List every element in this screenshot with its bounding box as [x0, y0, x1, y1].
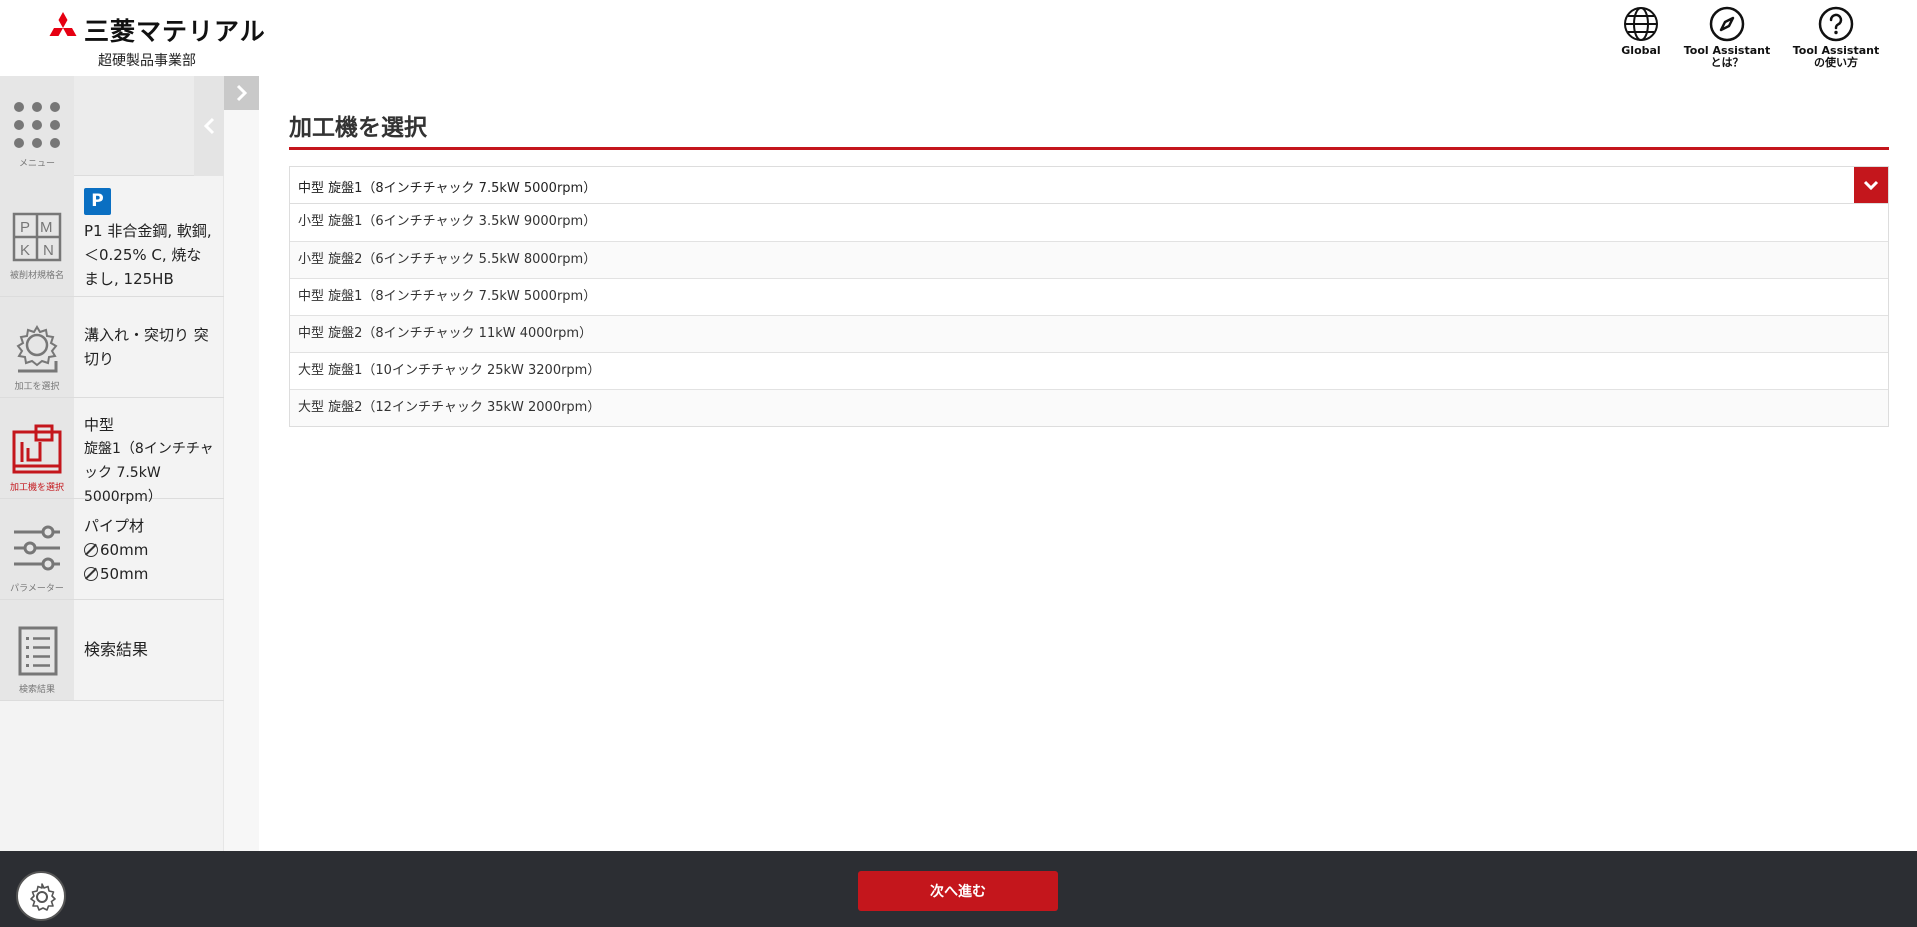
svg-text:K: K: [20, 242, 30, 259]
chevron-left-icon: [203, 117, 215, 135]
parameters-summary: パイプ材 60mm 50mm: [84, 514, 214, 586]
brand-name: 三菱マテリアル: [84, 17, 266, 46]
material-caption: 被削材規格名: [9, 271, 64, 281]
how-to-use-label: Tool Assistant の使い方: [1792, 44, 1880, 69]
header: 三菱マテリアル 超硬製品事業部 Global Tool Assistant とは…: [0, 0, 1917, 76]
sidebar-item-operation[interactable]: 加工を選択 溝入れ・突切り 突切り: [0, 297, 224, 398]
three-diamonds-icon: [49, 12, 77, 36]
diameter-icon: [84, 567, 98, 581]
svg-text:M: M: [40, 219, 53, 236]
global-button[interactable]: Global: [1591, 6, 1691, 72]
outer-diameter: 60mm: [100, 541, 149, 559]
menu-button[interactable]: メニュー: [0, 76, 74, 176]
operation-caption: 加工を選択: [14, 382, 60, 392]
machine-icon-box: 加工機を選択: [0, 398, 74, 498]
sidebar-gutter: [224, 110, 259, 851]
help-icon: [1818, 6, 1854, 42]
operation-icon-box: 加工を選択: [0, 297, 74, 397]
footer-bar: 次へ進む: [0, 851, 1917, 927]
sidebar-item-parameters[interactable]: パラメーター パイプ材 60mm 50mm: [0, 499, 224, 600]
material-description: P1 非合金鋼, 軟鋼, ＜0.25% C, 焼なまし, 125HB: [84, 222, 212, 288]
settings-button[interactable]: [16, 871, 66, 921]
gear-tool-icon: [16, 325, 58, 373]
svg-text:P: P: [20, 219, 30, 236]
globe-icon: [1624, 7, 1658, 41]
gear-icon: [30, 883, 56, 911]
next-button[interactable]: 次へ進む: [858, 871, 1058, 911]
machine-option[interactable]: 小型 旋盤1（6インチチャック 3.5kW 9000rpm）: [290, 204, 1888, 241]
sidebar-item-material[interactable]: P M K N 被削材規格名 P P1 非合金鋼, 軟鋼, ＜0.25% C, …: [0, 176, 224, 297]
operation-summary: 溝入れ・突切り 突切り: [84, 326, 209, 368]
pmkn-grid-icon: P M K N: [12, 212, 62, 262]
menu-caption: メニュー: [18, 159, 55, 169]
about-tool-assistant-label: Tool Assistant とは？: [1683, 44, 1771, 69]
list-document-icon: [18, 626, 58, 676]
machine-option[interactable]: 中型 旋盤1（8インチチャック 7.5kW 5000rpm）: [290, 278, 1888, 315]
sidebar-item-results[interactable]: 検索結果 検索結果: [0, 600, 224, 701]
sidebar-menu: メニュー: [0, 76, 194, 176]
machine-select-value: 中型 旋盤1（8インチチャック 7.5kW 5000rpm）: [298, 181, 597, 196]
material-group-badge: P: [84, 188, 111, 215]
title-underline: [289, 147, 1889, 150]
sidebar-item-machine[interactable]: 加工機を選択 中型 旋盤1（8インチチャック 7.5kW 5000rpm）: [0, 398, 224, 505]
workpiece-shape: パイプ材: [84, 517, 145, 535]
machine-option[interactable]: 大型 旋盤2（12インチチャック 35kW 2000rpm）: [290, 389, 1888, 426]
chevron-right-icon: [236, 84, 247, 102]
compass-icon: [1709, 6, 1745, 42]
machine-summary: 中型 旋盤1（8インチチャック 7.5kW 5000rpm）: [84, 413, 214, 509]
sidebar-back-button[interactable]: [194, 76, 224, 176]
material-summary: P P1 非合金鋼, 軟鋼, ＜0.25% C, 焼なまし, 125HB: [84, 188, 214, 291]
machine-select[interactable]: 中型 旋盤1（8インチチャック 7.5kW 5000rpm）: [289, 166, 1889, 204]
machine-option[interactable]: 大型 旋盤1（10インチチャック 25kW 3200rpm）: [290, 352, 1888, 389]
parameters-caption: パラメーター: [10, 584, 64, 594]
machine-size: 中型: [84, 416, 115, 434]
machine-caption: 加工機を選択: [9, 483, 64, 493]
select-toggle-button[interactable]: [1854, 167, 1888, 203]
machine-options-list: 小型 旋盤1（6インチチャック 3.5kW 9000rpm） 小型 旋盤2（6イ…: [289, 204, 1889, 427]
machine-option[interactable]: 小型 旋盤2（6インチチャック 5.5kW 8000rpm）: [290, 241, 1888, 278]
sliders-icon: [14, 525, 60, 571]
svg-text:N: N: [43, 242, 54, 259]
lathe-machine-icon: [12, 424, 62, 474]
mitsubishi-logo[interactable]: 三菱マテリアル 超硬製品事業部: [46, 10, 265, 70]
page-title: 加工機を選択: [289, 115, 427, 141]
chevron-down-icon: [1863, 180, 1879, 190]
machine-option[interactable]: 中型 旋盤2（8インチチャック 11kW 4000rpm）: [290, 315, 1888, 352]
about-tool-assistant-button[interactable]: Tool Assistant とは？: [1677, 6, 1777, 72]
results-summary: 検索結果: [84, 640, 149, 659]
how-to-use-button[interactable]: Tool Assistant の使い方: [1786, 6, 1886, 72]
parameters-icon-box: パラメーター: [0, 499, 74, 599]
results-icon-box: 検索結果: [0, 600, 74, 700]
inner-diameter: 50mm: [100, 565, 149, 583]
brand-division: 超硬製品事業部: [98, 53, 196, 69]
material-icon-box: P M K N 被削材規格名: [0, 176, 74, 296]
diameter-icon: [84, 543, 98, 557]
results-caption: 検索結果: [18, 685, 55, 695]
global-label: Global: [1621, 44, 1661, 57]
collapse-toggle-button[interactable]: [224, 76, 259, 110]
grid-dots-icon: [14, 102, 60, 148]
